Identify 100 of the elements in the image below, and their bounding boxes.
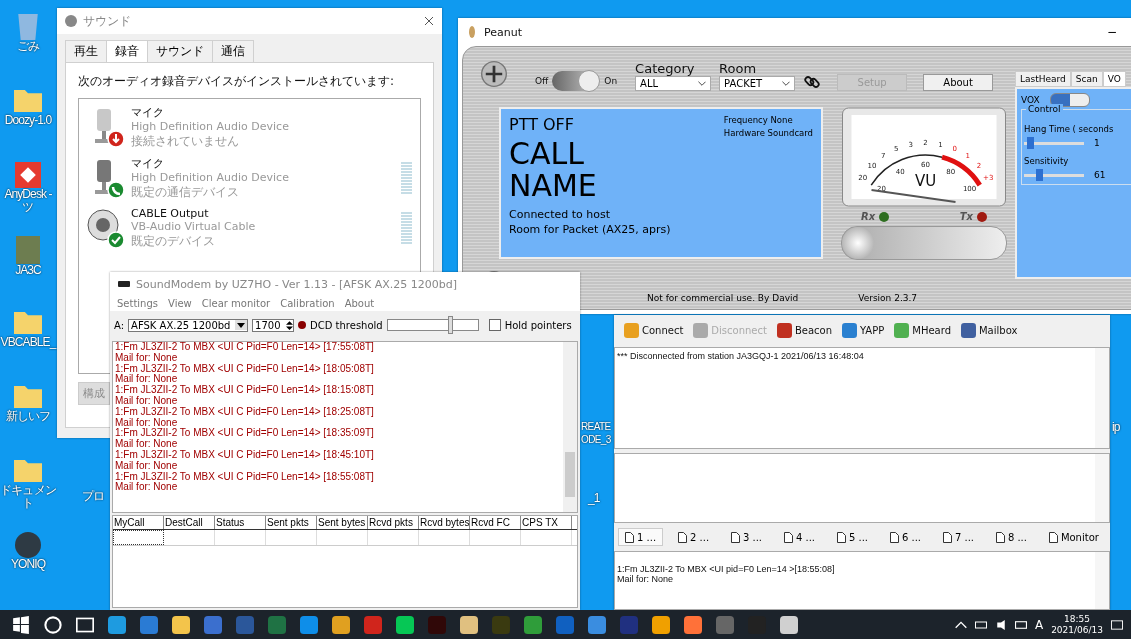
minimize-button[interactable]: − — [1094, 24, 1130, 40]
column-header[interactable]: Status — [215, 516, 266, 529]
close-icon[interactable] — [424, 16, 434, 26]
menu-item[interactable]: Settings — [114, 298, 161, 309]
input-pane[interactable] — [614, 453, 1110, 523]
column-header[interactable]: Rcvd FC — [470, 516, 521, 529]
log-line: 1:Fm JL3ZII-2 To MBX <UI C Pid=F0 Len=14> [18:05:08T] — [115, 363, 375, 374]
button[interactable]: About — [923, 74, 994, 91]
column-header[interactable]: Rcvd bytes — [419, 516, 470, 529]
vox-toggle[interactable] — [1049, 93, 1090, 107]
task-view-icon[interactable] — [76, 615, 94, 634]
slider-thumb[interactable] — [1036, 168, 1043, 181]
app-icon[interactable] — [588, 615, 606, 634]
menu-item[interactable]: About — [341, 298, 378, 309]
chevron-down-icon[interactable] — [782, 81, 791, 86]
app-icon[interactable] — [300, 615, 318, 634]
chevron-up-icon[interactable] — [954, 619, 967, 630]
notification-icon[interactable] — [1111, 619, 1123, 630]
category-label: Category — [635, 61, 696, 76]
checkbox-label[interactable]: Hold pointers — [504, 319, 572, 331]
device-name[interactable]: マイク — [131, 105, 412, 120]
tab[interactable]: Scan — [1070, 71, 1103, 87]
tab[interactable]: Monitor — [1041, 528, 1106, 546]
power-toggle[interactable] — [552, 71, 601, 91]
device-driver: High Definition Audio Device — [131, 171, 290, 184]
slider-thumb[interactable] — [447, 316, 453, 334]
vox-label: VOX — [1021, 95, 1040, 105]
frequency-value: None — [770, 115, 793, 125]
menu-item[interactable]: View — [165, 298, 195, 309]
document-icon[interactable] — [1048, 531, 1058, 543]
column-header[interactable]: DestCall — [164, 516, 215, 529]
mode-dropdown[interactable]: AFSK AX.25 1200bd — [128, 318, 249, 332]
column-header[interactable]: Sent pkts — [266, 516, 317, 529]
tx-led — [977, 211, 987, 222]
device-name[interactable]: CABLE Output — [131, 207, 395, 220]
app-icon[interactable] — [460, 615, 478, 634]
scrollbar[interactable] — [563, 342, 577, 512]
document-icon[interactable] — [678, 531, 687, 543]
toolbar-button[interactable]: Connect — [622, 322, 686, 338]
chevron-down-icon[interactable] — [698, 81, 707, 86]
app-icon[interactable] — [396, 615, 414, 634]
network-icon[interactable] — [1014, 619, 1027, 630]
toolbar-button[interactable]: YAPP — [840, 322, 887, 338]
tab[interactable]: 再生 — [65, 40, 107, 62]
tab[interactable]: 5 ... — [829, 528, 875, 546]
toolbar-button[interactable]: MHeard — [892, 322, 953, 338]
tab[interactable]: 1 ... — [618, 528, 664, 546]
device-name[interactable]: マイク — [131, 156, 395, 171]
room-dropdown[interactable]: PACKET — [719, 76, 796, 91]
tab[interactable]: 2 ... — [671, 528, 717, 546]
toolbar-button[interactable]: Beacon — [774, 322, 835, 338]
column-header[interactable]: Rcvd pkts — [368, 516, 419, 529]
document-icon[interactable] — [889, 531, 899, 543]
app-icon[interactable] — [524, 615, 542, 634]
tab[interactable]: 8 ... — [988, 528, 1034, 546]
tab[interactable]: 3 ... — [723, 528, 770, 546]
link-icon[interactable] — [803, 73, 822, 91]
app-icon[interactable] — [108, 615, 126, 634]
column-header[interactable]: MyCall — [113, 516, 164, 529]
checkbox[interactable] — [488, 319, 501, 331]
document-icon[interactable] — [942, 531, 952, 543]
tab[interactable]: 通信 — [212, 40, 254, 62]
slider-thumb[interactable] — [1027, 136, 1034, 149]
tab[interactable]: 4 ... — [776, 528, 823, 546]
document-icon[interactable] — [995, 531, 1005, 543]
menu-item[interactable]: Calibration — [277, 298, 338, 309]
column-header[interactable]: Sent bytes — [317, 516, 368, 529]
app-icon[interactable] — [652, 615, 670, 634]
frequency-spinbox[interactable]: 1700 — [252, 318, 295, 332]
tab[interactable]: VO — [1102, 71, 1126, 87]
window-title: Peanut — [484, 25, 523, 39]
dropdown-arrow-icon[interactable] — [235, 320, 248, 330]
menu-item[interactable]: Clear monitor — [198, 298, 274, 309]
scrollbar[interactable] — [1095, 454, 1109, 522]
volume-icon[interactable] — [994, 619, 1007, 630]
spin-arrows-icon[interactable] — [286, 319, 294, 331]
document-icon[interactable] — [836, 531, 846, 543]
tab[interactable]: 録音 — [106, 40, 148, 62]
tab[interactable]: 6 ... — [882, 528, 928, 546]
scrollbar[interactable] — [1095, 552, 1109, 609]
column-header[interactable]: CPS TX — [521, 516, 572, 529]
document-icon[interactable] — [730, 531, 740, 543]
toolbar-button[interactable]: Mailbox — [959, 322, 1020, 338]
app-icon[interactable] — [172, 615, 190, 634]
category-dropdown[interactable]: ALL — [635, 76, 712, 91]
battery-icon[interactable] — [974, 619, 987, 630]
app-icon[interactable] — [780, 615, 798, 634]
clock[interactable]: 18:55 2021/06/13 — [1051, 613, 1103, 636]
tab[interactable]: LastHeard — [1015, 71, 1071, 87]
app-icon[interactable] — [684, 615, 702, 634]
ime-indicator[interactable]: A — [1034, 617, 1044, 632]
search-icon[interactable] — [44, 615, 62, 634]
table-cell[interactable] — [113, 530, 164, 545]
device-status: 既定のデバイス — [131, 233, 216, 250]
tab[interactable]: 7 ... — [935, 528, 981, 546]
scrollbar[interactable] — [1095, 348, 1109, 448]
windows-logo-icon[interactable] — [12, 615, 30, 634]
document-icon[interactable] — [625, 531, 634, 543]
document-icon[interactable] — [783, 531, 793, 543]
app-icon[interactable] — [332, 615, 350, 634]
